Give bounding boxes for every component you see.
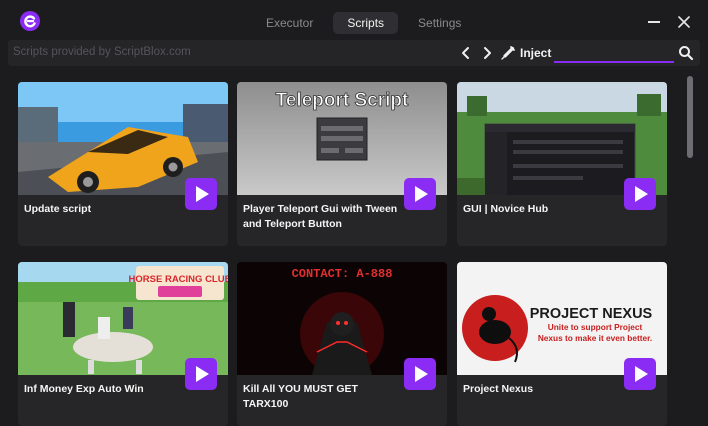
thumbnail-text: Teleport Script <box>276 90 409 111</box>
search-icon <box>679 46 694 61</box>
thumbnail-text: CONTACT: A-888 <box>292 267 393 281</box>
script-card[interactable]: Update script <box>18 82 228 246</box>
chevron-right-icon <box>484 47 491 59</box>
app-logo-icon <box>20 11 40 31</box>
main-tabs: Executor Scripts Settings <box>252 12 475 34</box>
inject-button[interactable]: Inject <box>500 44 551 62</box>
play-button[interactable] <box>624 358 656 390</box>
thumbnail-title-text: PROJECT NEXUS <box>530 306 653 322</box>
script-title: GUI | Novice Hub <box>463 203 549 215</box>
inject-label: Inject <box>520 46 552 60</box>
search-input[interactable] <box>554 43 674 63</box>
script-card[interactable]: PROJECT NEXUS Unite to support Project N… <box>457 262 667 426</box>
search-button[interactable] <box>678 45 694 61</box>
tab-executor[interactable]: Executor <box>252 12 327 34</box>
close-icon <box>678 16 690 28</box>
play-button[interactable] <box>185 358 217 390</box>
minimize-button[interactable] <box>648 21 660 23</box>
syringe-icon <box>501 46 515 60</box>
tab-scripts[interactable]: Scripts <box>333 12 399 34</box>
title-bar: Executor Scripts Settings <box>0 0 708 42</box>
script-title: Project Nexus <box>463 383 534 395</box>
play-button[interactable] <box>404 178 436 210</box>
script-title: Update script <box>24 203 92 215</box>
script-title: Player Teleport Gui with Tween and Telep… <box>243 203 398 230</box>
thumbnail-subtitle-text: Unite to support Project Nexus to make i… <box>537 322 653 343</box>
provider-text: Scripts provided by ScriptBlox.com <box>13 46 191 58</box>
script-title: Inf Money Exp Auto Win <box>24 383 144 395</box>
next-page-button[interactable] <box>480 45 494 61</box>
scrollbar-thumb[interactable] <box>687 76 693 158</box>
script-card[interactable]: CONTACT: A-888 Kill All YOU MUST GET TAR… <box>237 262 447 426</box>
script-card[interactable]: HORSE RACING CLUB Inf Money Exp Auto Win <box>18 262 228 426</box>
thumbnail-title-text: HORSE RACING CLUB <box>129 274 228 285</box>
chevron-left-icon <box>462 47 469 59</box>
scripts-toolbar: Scripts provided by ScriptBlox.com Injec… <box>8 40 700 66</box>
play-button[interactable] <box>404 358 436 390</box>
script-card[interactable]: Teleport Script Player Teleport Gui with… <box>237 82 447 246</box>
script-card[interactable]: GUI | Novice Hub <box>457 82 667 246</box>
tab-settings[interactable]: Settings <box>404 12 475 34</box>
play-button[interactable] <box>624 178 656 210</box>
close-button[interactable] <box>676 14 692 30</box>
previous-page-button[interactable] <box>459 45 473 61</box>
script-title: Kill All YOU MUST GET TARX100 <box>243 383 358 410</box>
play-button[interactable] <box>185 178 217 210</box>
